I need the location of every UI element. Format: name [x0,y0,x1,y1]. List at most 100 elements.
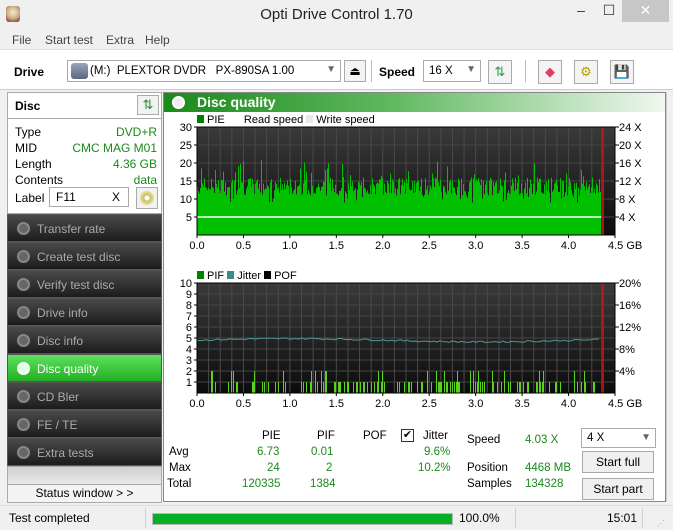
close-button[interactable]: ✕ [622,0,669,22]
pie-bar [324,182,325,235]
pif-bar [431,382,432,393]
disc-label-button[interactable] [136,187,158,209]
pie-bar [499,190,500,235]
pif-bar [411,382,412,393]
settings-button[interactable]: ⚙ [574,60,598,84]
maximize-button[interactable]: ☐ [594,0,624,22]
pie-bar [351,186,352,235]
pie-bar [280,178,281,235]
pie-bar [500,178,501,235]
pie-bar [462,195,463,235]
pie-bar [585,190,586,235]
pie-bar [479,182,480,235]
pie-bar [537,177,538,235]
disc-icon [17,446,30,459]
elapsed-time: 15:01 [607,511,638,525]
menu-extra[interactable]: Extra [106,33,134,47]
pie-bar [332,179,333,235]
pie-bar [249,179,250,235]
nav-item-extra-tests[interactable]: Extra tests [7,438,162,466]
pif-bar [450,382,451,393]
test-speed-select[interactable]: 4 X ▼ [581,428,656,448]
pie-bar [208,187,209,235]
pif-bar [454,382,455,393]
nav-item-disc-quality[interactable]: Disc quality [7,354,162,382]
total-pie: 120335 [242,478,281,490]
pif-bar [549,382,550,393]
pif-bar [363,382,364,393]
pie-bar [494,186,495,235]
pie-bar [291,187,292,235]
resize-grip[interactable]: ⋰ [657,519,665,528]
menu-file[interactable]: File [12,33,31,47]
pie-bar [226,195,227,235]
pif-bar [540,382,541,393]
pif-bar [285,382,286,393]
pie-bar [263,183,264,235]
legend-swatch-jitter [227,271,235,279]
pie-bar [488,195,489,235]
function-nav: Transfer rate Create test disc Verify test… [7,214,162,490]
field-key: Length [15,157,52,171]
nav-item-create-test-disc[interactable]: Create test disc [7,242,162,270]
pie-bar [502,186,503,235]
pie-bar [398,179,399,235]
pie-bar [596,183,597,235]
nav-item-verify-test-disc[interactable]: Verify test disc [7,270,162,298]
clear-label-button[interactable]: X [112,190,120,204]
start-part-button[interactable]: Start part [582,478,654,500]
pie-chart: 30 25 20 15 10 5 24 X 20 X 16 X 12 X 8 X 4 X 0.0 0.5 1… [180,123,643,252]
y2-tick-label: 16 X [619,158,642,170]
label-value: F11 [56,190,76,204]
legend-swatch-pof [264,271,272,279]
pie-bar [452,180,453,235]
drive-label: Drive [14,65,45,79]
pif-bar [356,382,357,393]
pie-bar [358,181,359,235]
pie-bar [474,174,475,235]
pif-bar [381,382,382,393]
start-full-button[interactable]: Start full [582,451,654,473]
label-input[interactable]: F11 X [49,187,129,207]
nav-item-disc-info[interactable]: Disc info [7,326,162,354]
refresh-speed-button[interactable]: ⇅ [488,60,512,84]
pie-bar [518,175,519,235]
menu-help[interactable]: Help [145,33,170,47]
pie-bar [319,187,320,235]
pie-bar [321,187,322,235]
pie-bar [214,192,215,235]
toolbar-divider [525,60,526,82]
pif-bar [584,371,585,393]
avg-label: Avg [169,446,189,458]
pie-bar [344,202,345,235]
menu-start-test[interactable]: Start test [45,33,93,47]
divider [515,508,516,528]
pif-bar [231,371,232,393]
save-button[interactable]: 💾 [610,60,634,84]
jitter-checkbox[interactable]: ✔ [401,429,414,442]
erase-button[interactable]: ◆ [538,60,562,84]
pie-bar [501,185,502,235]
label-key: Label [15,191,45,205]
eject-button[interactable]: ⏏ [344,60,366,82]
nav-item-fe-te[interactable]: FE / TE [7,410,162,438]
status-window-button[interactable]: Status window > > [7,484,162,503]
pie-bar [230,201,231,235]
samples-label: Samples [467,478,512,490]
nav-item-drive-info[interactable]: Drive info [7,298,162,326]
drive-select[interactable]: (M:) PLEXTOR DVDR PX-890SA 1.00 ▼ [67,60,341,82]
pie-bar [551,177,552,235]
nav-item-cd-bler[interactable]: CD Bler [7,382,162,410]
refresh-icon: ⇅ [142,97,154,112]
pie-bar [422,194,423,235]
speed-select[interactable]: 16 X ▼ [423,60,481,82]
pie-bar [455,192,456,235]
disc-refresh-button[interactable]: ⇅ [137,95,159,115]
pie-bar [418,180,419,235]
pie-bar [497,193,498,235]
pie-bar [491,179,492,235]
pie-bar [287,180,288,235]
nav-item-transfer-rate[interactable]: Transfer rate [7,214,162,242]
minimize-button[interactable]: ‒ [566,0,596,22]
panel-scrollbar[interactable] [666,92,673,502]
